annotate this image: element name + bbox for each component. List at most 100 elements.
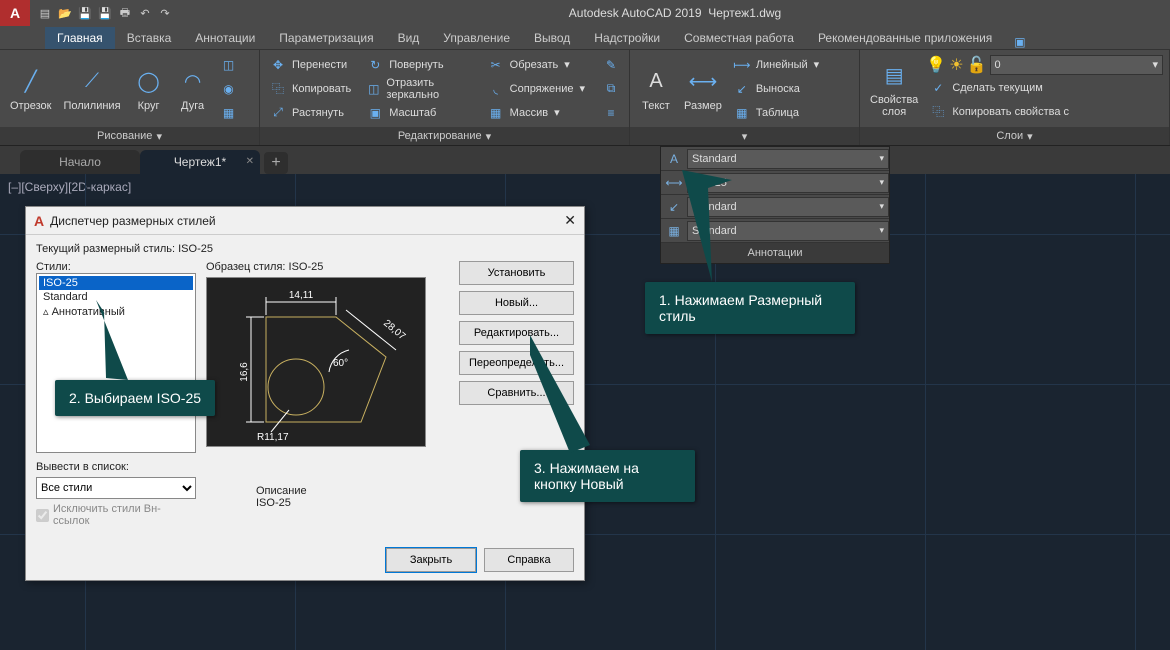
panel-layers-title[interactable]: Слои ▾ <box>860 127 1169 145</box>
panel-layers: ▤Свойства слоя 💡 ☀ 🔓 0▾ ✓Сделать текущим… <box>860 50 1170 145</box>
redo-icon[interactable]: ↷ <box>156 4 174 22</box>
plot-icon[interactable]: 🖶 <box>116 4 134 22</box>
ribbon: ╱Отрезок ⟋Полилиния ◯Круг ◠Дуга ◫ ◉ ▦ Ри… <box>0 50 1170 146</box>
draw-extra-1[interactable]: ◫ <box>217 54 241 76</box>
callout-3: 3. Нажимаем на кнопку Новый <box>520 450 695 502</box>
open-icon[interactable]: 📂 <box>56 4 74 22</box>
tab-add-button[interactable]: + <box>264 152 288 174</box>
mirror-button[interactable]: ◫Отразить зеркально <box>363 78 475 100</box>
bulb-icon: 💡 <box>926 55 946 75</box>
styles-listbox[interactable]: ISO-25 Standard ▵ Аннотативный <box>36 273 196 453</box>
tab-annotate[interactable]: Аннотации <box>183 27 267 49</box>
panel-modify-title[interactable]: Редактирование ▾ <box>260 127 629 145</box>
current-style-label: Текущий размерный стиль: ISO-25 <box>36 243 574 255</box>
layer-combo[interactable]: 0▾ <box>990 55 1164 75</box>
svg-text:60°: 60° <box>333 358 348 369</box>
lock-icon: 🔓 <box>967 55 987 75</box>
desc-value: ISO-25 <box>256 497 476 509</box>
dialog-close-btn[interactable]: Закрыть <box>386 548 476 572</box>
stretch-button[interactable]: ⤢Растянуть <box>266 102 355 124</box>
arc-button[interactable]: ◠Дуга <box>173 64 213 114</box>
text-style-select[interactable]: Standard▾ <box>687 149 889 169</box>
style-item-annotative[interactable]: ▵ Аннотативный <box>39 304 193 319</box>
polyline-button[interactable]: ⟋Полилиния <box>59 64 124 114</box>
scale-button[interactable]: ▣Масштаб <box>363 102 475 124</box>
modify-style-button[interactable]: Редактировать... <box>459 321 574 345</box>
rotate-button[interactable]: ↻Повернуть <box>363 54 475 76</box>
tab-insert[interactable]: Вставка <box>115 27 184 49</box>
folder-icon[interactable]: ▤ <box>36 4 54 22</box>
trim-button[interactable]: ✂Обрезать ▾ <box>484 54 589 76</box>
dim-style-select[interactable]: ISO-25▾ <box>687 173 889 193</box>
compare-style-button[interactable]: Сравнить... <box>459 381 574 405</box>
mleader-style-icon: ↙ <box>661 200 687 214</box>
quick-access-toolbar: ▤ 📂 💾 💾 🖶 ↶ ↷ <box>30 4 180 22</box>
tab-home[interactable]: Главная <box>45 27 115 49</box>
title-bar: A ▤ 📂 💾 💾 🖶 ↶ ↷ Autodesk AutoCAD 2019 Че… <box>0 0 1170 26</box>
style-item-standard[interactable]: Standard <box>39 290 193 304</box>
table-style-icon: ▦ <box>661 224 687 238</box>
linear-dim-button[interactable]: ⟼Линейный ▾ <box>730 54 823 76</box>
save-icon[interactable]: 💾 <box>76 4 94 22</box>
modify-extra-2[interactable]: ⧉ <box>599 78 623 100</box>
tab-start[interactable]: Начало <box>20 150 140 174</box>
callout-2: 2. Выбираем ISO-25 <box>55 380 215 416</box>
app-logo[interactable]: A <box>0 0 30 26</box>
saveas-icon[interactable]: 💾 <box>96 4 114 22</box>
move-button[interactable]: ✥Перенести <box>266 54 355 76</box>
ribbon-tabs: Главная Вставка Аннотации Параметризация… <box>0 26 1170 50</box>
dialog-logo-icon: A <box>34 213 44 229</box>
anno-panel-title: Аннотации <box>661 243 889 263</box>
mleader-style-select[interactable]: Standard▾ <box>687 197 889 217</box>
tab-collab[interactable]: Совместная работа <box>672 27 806 49</box>
panel-anno-title[interactable]: ▾ <box>630 127 859 145</box>
text-button[interactable]: AТекст <box>636 64 676 114</box>
tab-manage[interactable]: Управление <box>431 27 522 49</box>
set-current-button[interactable]: Установить <box>459 261 574 285</box>
fillet-button[interactable]: ◟Сопряжение ▾ <box>484 78 589 100</box>
draw-extra-3[interactable]: ▦ <box>217 102 241 124</box>
array-button[interactable]: ▦Массив ▾ <box>484 102 589 124</box>
list-filter-select[interactable]: Все стили <box>36 477 196 499</box>
viewport-label[interactable]: [–][Сверху][2D-каркас] <box>8 180 131 194</box>
tab-featured[interactable]: Рекомендованные приложения <box>806 27 1004 49</box>
tab-parametric[interactable]: Параметризация <box>267 27 385 49</box>
copy-button[interactable]: ⿻Копировать <box>266 78 355 100</box>
new-style-button[interactable]: Новый... <box>459 291 574 315</box>
override-style-button[interactable]: Переопределить... <box>459 351 574 375</box>
callout-1: 1. Нажимаем Размерный стиль <box>645 282 855 334</box>
svg-text:16,6: 16,6 <box>239 362 250 382</box>
make-current-button[interactable]: ✓Сделать текущим <box>926 77 1163 99</box>
close-icon[interactable]: ✕ <box>246 156 254 167</box>
draw-extra-2[interactable]: ◉ <box>217 78 241 100</box>
style-item-iso25[interactable]: ISO-25 <box>39 276 193 290</box>
layer-props-button[interactable]: ▤Свойства слоя <box>866 58 922 120</box>
modify-extra-1[interactable]: ✎ <box>599 54 623 76</box>
tab-output[interactable]: Вывод <box>522 27 582 49</box>
modify-extra-3[interactable]: ≡ <box>599 102 623 124</box>
match-props-button[interactable]: ⿻Копировать свойства с <box>926 101 1163 123</box>
panel-draw: ╱Отрезок ⟋Полилиния ◯Круг ◠Дуга ◫ ◉ ▦ Ри… <box>0 50 260 145</box>
exclude-xref-checkbox[interactable]: Исключить стили Вн-ссылок <box>36 503 196 527</box>
table-button[interactable]: ▦Таблица <box>730 102 823 124</box>
panel-annotation: AТекст ⟷Размер ⟼Линейный ▾ ↙Выноска ▦Таб… <box>630 50 860 145</box>
tab-addins[interactable]: Надстройки <box>582 27 672 49</box>
svg-text:28,07: 28,07 <box>381 318 408 343</box>
panel-draw-title[interactable]: Рисование ▾ <box>0 127 259 145</box>
dialog-close-button[interactable]: ✕ <box>564 212 576 229</box>
styles-label: Стили: <box>36 261 196 273</box>
panel-modify: ✥Перенести ⿻Копировать ⤢Растянуть ↻Повер… <box>260 50 630 145</box>
dimension-button[interactable]: ⟷Размер <box>680 64 726 114</box>
undo-icon[interactable]: ↶ <box>136 4 154 22</box>
tab-more-icon[interactable]: ▣ <box>1014 35 1025 49</box>
line-button[interactable]: ╱Отрезок <box>6 64 55 114</box>
leader-button[interactable]: ↙Выноска <box>730 78 823 100</box>
tab-drawing1[interactable]: Чертеж1*✕ <box>140 150 260 174</box>
sun-icon: ☀ <box>949 55 963 75</box>
table-style-select[interactable]: Standard▾ <box>687 221 889 241</box>
document-tabs: Начало Чертеж1*✕ + <box>0 146 1170 174</box>
annotation-styles-panel: AStandard▾ ⟷ISO-25▾ ↙Standard▾ ▦Standard… <box>660 146 890 264</box>
tab-view[interactable]: Вид <box>386 27 432 49</box>
circle-button[interactable]: ◯Круг <box>129 64 169 114</box>
dialog-help-btn[interactable]: Справка <box>484 548 574 572</box>
